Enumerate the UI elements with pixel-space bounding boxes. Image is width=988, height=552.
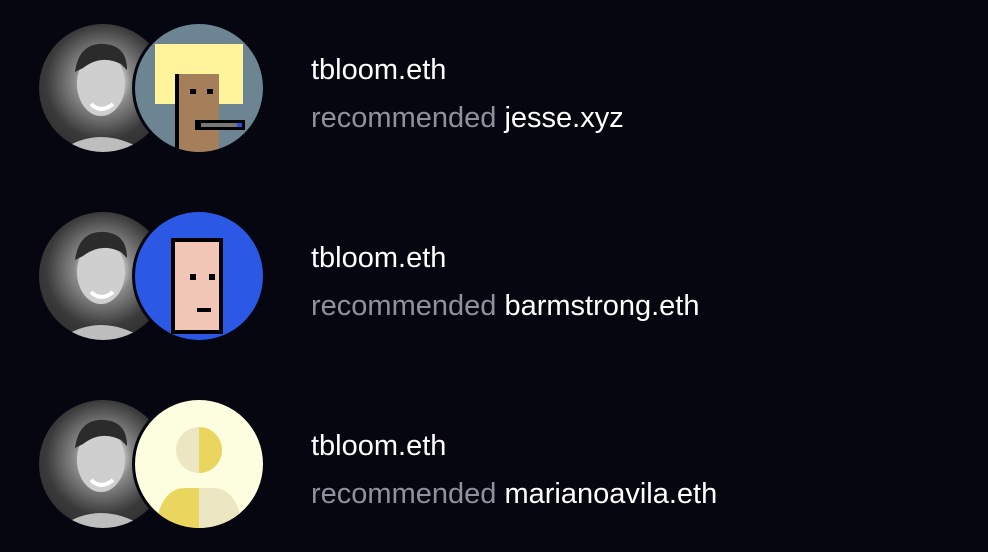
target-name[interactable]: barmstrong.eth — [504, 290, 699, 322]
action-label: recommended — [311, 290, 497, 322]
target-name[interactable]: marianoavila.eth — [504, 478, 717, 510]
feed-item[interactable]: tbloom.eth recommended marianoavila.eth — [0, 400, 988, 532]
default-user-avatar[interactable] — [135, 400, 263, 528]
feed-item[interactable]: tbloom.eth recommended jesse.xyz — [0, 24, 988, 156]
actor-name[interactable]: tbloom.eth — [311, 54, 446, 87]
actor-name[interactable]: tbloom.eth — [311, 430, 446, 463]
pixel-punk-blonde-avatar[interactable] — [135, 24, 263, 152]
activity-text: recommended barmstrong.eth — [311, 290, 699, 323]
target-name[interactable]: jesse.xyz — [504, 102, 623, 134]
activity-text: recommended jesse.xyz — [311, 102, 624, 135]
pixel-punk-blue-avatar[interactable] — [135, 212, 263, 340]
action-label: recommended — [311, 102, 497, 134]
feed-item[interactable]: tbloom.eth recommended barmstrong.eth — [0, 212, 988, 344]
action-label: recommended — [311, 478, 497, 510]
activity-text: recommended marianoavila.eth — [311, 478, 717, 511]
actor-name[interactable]: tbloom.eth — [311, 242, 446, 275]
